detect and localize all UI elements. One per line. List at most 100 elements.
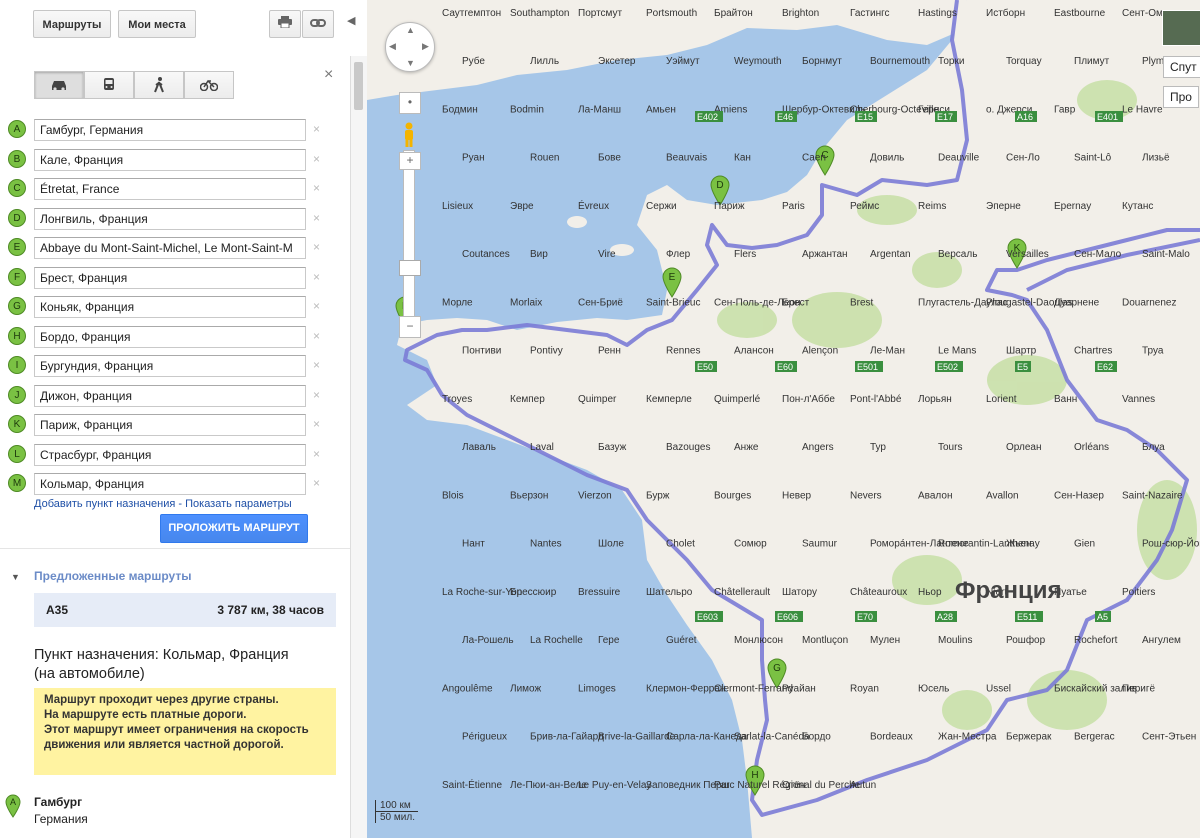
- waypoint-input[interactable]: [34, 148, 306, 171]
- add-destination-link[interactable]: Добавить пункт назначения: [34, 498, 175, 510]
- suggested-routes-title[interactable]: Предложенные маршруты: [34, 569, 192, 583]
- remove-waypoint-icon[interactable]: ×: [313, 270, 320, 284]
- zoom-handle[interactable]: [399, 260, 421, 276]
- pan-left-icon[interactable]: ◀: [389, 41, 396, 52]
- tab-my-places[interactable]: Мои места: [118, 10, 196, 38]
- waypoint-marker-icon[interactable]: A: [8, 120, 26, 138]
- link-separator: -: [175, 498, 186, 510]
- city-label: Évreux: [578, 199, 609, 212]
- waypoint-marker-icon[interactable]: G: [8, 297, 26, 315]
- remove-waypoint-icon[interactable]: ×: [313, 388, 320, 402]
- mode-walking-button[interactable]: [134, 71, 184, 99]
- waypoint-marker-icon[interactable]: H: [8, 326, 26, 345]
- collapse-triangle-icon[interactable]: ▼: [11, 572, 20, 582]
- city-label: Le Havre: [1122, 104, 1163, 115]
- waypoint-marker-icon[interactable]: K: [8, 415, 26, 433]
- get-directions-button[interactable]: ПРОЛОЖИТЬ МАРШРУТ: [160, 514, 308, 543]
- waypoint-row: F×: [8, 266, 348, 289]
- city-label: Reims: [918, 201, 946, 212]
- waypoint-marker-icon[interactable]: D: [8, 208, 26, 227]
- city-label: Bressuire: [578, 587, 621, 598]
- waypoint-row: M×: [8, 473, 348, 495]
- waypoint-marker-icon[interactable]: M: [8, 474, 26, 492]
- remove-waypoint-icon[interactable]: ×: [313, 181, 320, 195]
- waypoint-input[interactable]: [34, 473, 306, 495]
- mode-bicycle-button[interactable]: [184, 71, 234, 99]
- waypoint-marker-icon[interactable]: I: [8, 356, 26, 374]
- collapse-panel-icon[interactable]: ◀: [347, 14, 355, 27]
- city-label: Аржантан: [802, 249, 848, 260]
- remove-waypoint-icon[interactable]: ×: [313, 122, 320, 136]
- pegman-icon[interactable]: [402, 122, 416, 148]
- remove-waypoint-icon[interactable]: ×: [313, 299, 320, 313]
- city-label: Blois: [442, 490, 464, 501]
- waypoint-input[interactable]: [34, 207, 306, 230]
- city-label: Laval: [530, 442, 554, 453]
- city-label: Bourges: [714, 490, 751, 501]
- remove-waypoint-icon[interactable]: ×: [313, 358, 320, 372]
- close-icon[interactable]: ×: [324, 66, 333, 84]
- waypoint-input[interactable]: [34, 119, 306, 141]
- pan-control[interactable]: ▲ ▼ ◀ ▶: [385, 22, 435, 72]
- link-button[interactable]: [302, 10, 334, 38]
- city-label: Quimper: [578, 394, 617, 405]
- waypoint-input[interactable]: [34, 384, 306, 407]
- waypoint-input[interactable]: [34, 355, 306, 377]
- city-label: Nantes: [530, 539, 562, 550]
- remove-waypoint-icon[interactable]: ×: [313, 476, 320, 490]
- city-label: Брив-ла-Гайард: [530, 732, 604, 743]
- waypoint-marker-icon[interactable]: C: [8, 179, 26, 197]
- city-label: Алансон: [734, 346, 774, 357]
- city-label: Argentan: [870, 249, 911, 260]
- mode-car-button[interactable]: [34, 71, 84, 99]
- remove-waypoint-icon[interactable]: ×: [313, 152, 320, 166]
- remove-waypoint-icon[interactable]: ×: [313, 211, 320, 225]
- zoom-slider[interactable]: [403, 150, 415, 334]
- waypoint-input[interactable]: [34, 266, 306, 289]
- remove-waypoint-icon[interactable]: ×: [313, 447, 320, 461]
- show-options-link[interactable]: Показать параметры: [185, 498, 292, 510]
- city-label: Rouen: [530, 153, 559, 164]
- satellite-thumbnail[interactable]: [1162, 10, 1200, 46]
- pan-down-icon[interactable]: ▼: [406, 58, 415, 68]
- waypoint-input[interactable]: [34, 325, 306, 348]
- remove-waypoint-icon[interactable]: ×: [313, 417, 320, 431]
- sidebar-scrollbar[interactable]: [350, 56, 367, 838]
- waypoint-input[interactable]: [34, 237, 306, 259]
- scrollbar-thumb[interactable]: [354, 62, 363, 110]
- car-icon: [52, 81, 66, 91]
- city-label: Alençon: [802, 346, 838, 357]
- print-button[interactable]: [269, 10, 301, 38]
- city-label: Autun: [850, 780, 876, 791]
- waypoint-marker-icon[interactable]: J: [8, 385, 26, 404]
- remove-waypoint-icon[interactable]: ×: [313, 240, 320, 254]
- city-label: Ванн: [1054, 394, 1077, 405]
- remove-waypoint-icon[interactable]: ×: [313, 329, 320, 343]
- city-label: Перигё: [1122, 683, 1156, 694]
- city-label: Montluçon: [802, 635, 848, 646]
- map-canvas[interactable]: CDEFGHK СаутгемптонSouthamptonПортсмутPo…: [367, 0, 1200, 838]
- waypoint-marker-icon[interactable]: B: [8, 149, 26, 168]
- zoom-in-button[interactable]: +: [399, 152, 421, 170]
- city-label: Bordeaux: [870, 732, 913, 743]
- pan-up-icon[interactable]: ▲: [406, 25, 415, 35]
- mode-transit-button[interactable]: [84, 71, 134, 99]
- city-label: Vierzon: [578, 490, 612, 501]
- zoom-out-button[interactable]: −: [399, 316, 421, 338]
- map-control-icon[interactable]: •: [399, 92, 421, 114]
- waypoint-input[interactable]: [34, 443, 306, 466]
- waypoint-input[interactable]: [34, 414, 306, 436]
- city-label: Орлеан: [1006, 442, 1041, 453]
- waypoint-marker-icon[interactable]: F: [8, 267, 26, 286]
- route-option[interactable]: A35 3 787 км, 38 часов: [34, 593, 336, 627]
- satellite-button[interactable]: Спут: [1163, 56, 1200, 78]
- tab-routes[interactable]: Маршруты: [33, 10, 111, 38]
- more-button[interactable]: Про: [1163, 86, 1199, 108]
- waypoint-marker-icon[interactable]: E: [8, 238, 26, 256]
- waypoint-input[interactable]: [34, 178, 306, 200]
- svg-text:D: D: [716, 180, 723, 191]
- waypoint-input[interactable]: [34, 296, 306, 318]
- waypoint-marker-icon[interactable]: L: [8, 444, 26, 463]
- pan-right-icon[interactable]: ▶: [422, 41, 429, 52]
- city-label: Saint-Étienne: [442, 778, 502, 791]
